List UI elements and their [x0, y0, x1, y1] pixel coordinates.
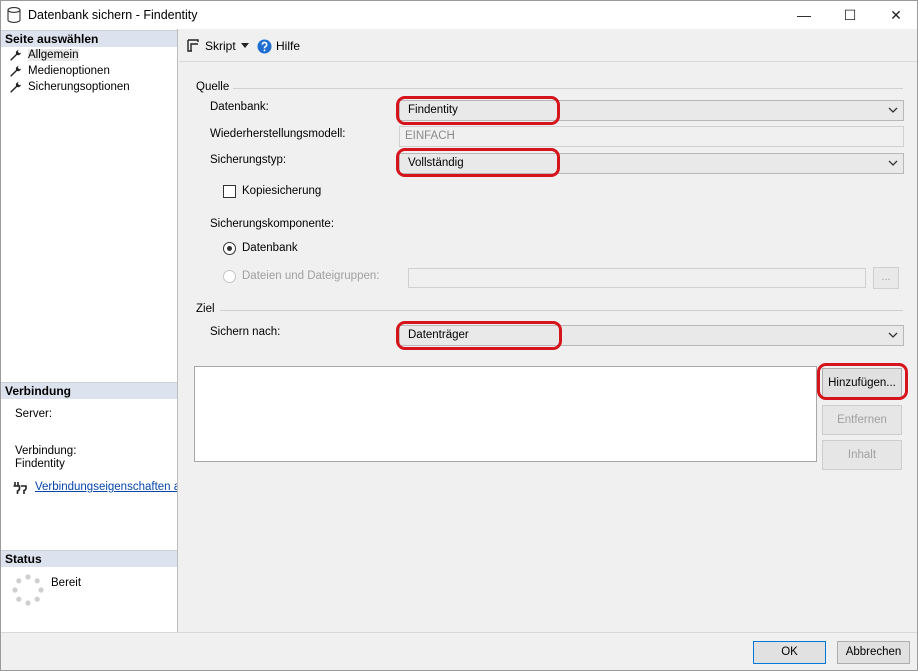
backup-type-dropdown[interactable]: Vollständig: [399, 153, 904, 174]
maximize-button[interactable]: ☐: [827, 1, 873, 29]
connection-value: Findentity: [15, 458, 65, 470]
status-header: Status: [1, 550, 177, 567]
toolbar-separator: [179, 61, 917, 62]
ok-button[interactable]: OK: [753, 641, 826, 664]
nav-item-label: Medienoptionen: [28, 65, 110, 77]
copy-only-checkbox[interactable]: [223, 185, 236, 198]
connection-properties-icon: [13, 482, 27, 494]
database-icon: [7, 7, 21, 23]
destination-list[interactable]: [194, 366, 817, 462]
backup-to-label: Sichern nach:: [210, 326, 281, 338]
browse-files-button[interactable]: ...: [873, 267, 899, 289]
backup-type-label: Sicherungstyp:: [210, 154, 287, 166]
source-group-label: Quelle: [196, 81, 230, 93]
database-label: Datenbank:: [210, 101, 269, 113]
chevron-down-icon: [888, 332, 898, 338]
progress-spinner-icon: [12, 574, 44, 606]
toolbar: Skript Hilfe: [179, 29, 917, 61]
destination-group-label: Ziel: [196, 303, 215, 315]
connection-properties-link[interactable]: Verbindungseigenschaften anzeigen: [35, 481, 177, 493]
backup-to-dropdown-value: Datenträger: [408, 329, 469, 341]
backup-component-label: Sicherungskomponente:: [210, 218, 335, 230]
backup-type-dropdown-value: Vollständig: [408, 157, 464, 169]
destination-group-divider: [220, 310, 903, 311]
left-panel: Seite auswählen Allgemein Medienoptionen…: [1, 29, 178, 632]
backup-to-dropdown[interactable]: Datenträger: [399, 325, 904, 346]
connection-header: Verbindung: [1, 382, 177, 399]
close-button[interactable]: ✕: [873, 1, 918, 29]
wrench-icon: [10, 66, 21, 77]
add-destination-button[interactable]: Hinzufügen...: [822, 368, 902, 398]
script-icon: [187, 39, 199, 52]
recovery-model-field: EINFACH: [399, 126, 904, 147]
recovery-model-label: Wiederherstellungsmodell:: [210, 128, 346, 140]
wrench-icon: [10, 50, 21, 61]
title-bar: Datenbank sichern - Findentity — ☐ ✕: [1, 1, 917, 29]
database-dropdown-value: Findentity: [408, 104, 458, 116]
component-files-radio[interactable]: [223, 270, 236, 283]
files-filegroups-input[interactable]: [408, 268, 866, 288]
minimize-button[interactable]: —: [781, 1, 827, 29]
component-database-label: Datenbank: [242, 242, 298, 254]
help-icon: [257, 39, 272, 54]
footer-separator: [1, 632, 917, 633]
contents-button[interactable]: Inhalt: [822, 440, 902, 470]
nav-item-label: Allgemein: [28, 49, 79, 61]
copy-only-label: Kopiesicherung: [242, 185, 322, 197]
status-text: Bereit: [51, 577, 82, 589]
cancel-button[interactable]: Abbrechen: [837, 641, 910, 664]
source-group-divider: [233, 88, 903, 89]
wrench-icon: [10, 82, 21, 93]
help-label: Hilfe: [276, 39, 301, 53]
script-label: Skript: [205, 39, 236, 53]
nav-item-backup-options[interactable]: Sicherungsoptionen: [9, 80, 130, 95]
backup-database-dialog: Datenbank sichern - Findentity — ☐ ✕ Sei…: [0, 0, 918, 671]
nav-item-media-options[interactable]: Medienoptionen: [9, 64, 110, 79]
component-files-label: Dateien und Dateigruppen:: [242, 270, 380, 282]
nav-item-general[interactable]: Allgemein: [9, 48, 79, 63]
nav-item-label: Sicherungsoptionen: [28, 81, 130, 93]
server-label: Server:: [15, 408, 53, 420]
component-database-radio[interactable]: [223, 242, 236, 255]
remove-destination-button[interactable]: Entfernen: [822, 405, 902, 435]
chevron-down-icon[interactable]: [241, 43, 249, 49]
database-dropdown[interactable]: Findentity: [399, 100, 904, 121]
connection-label: Verbindung:: [15, 445, 77, 457]
chevron-down-icon: [888, 107, 898, 113]
select-page-header: Seite auswählen: [1, 30, 177, 47]
window-title: Datenbank sichern - Findentity: [28, 8, 198, 22]
chevron-down-icon: [888, 160, 898, 166]
